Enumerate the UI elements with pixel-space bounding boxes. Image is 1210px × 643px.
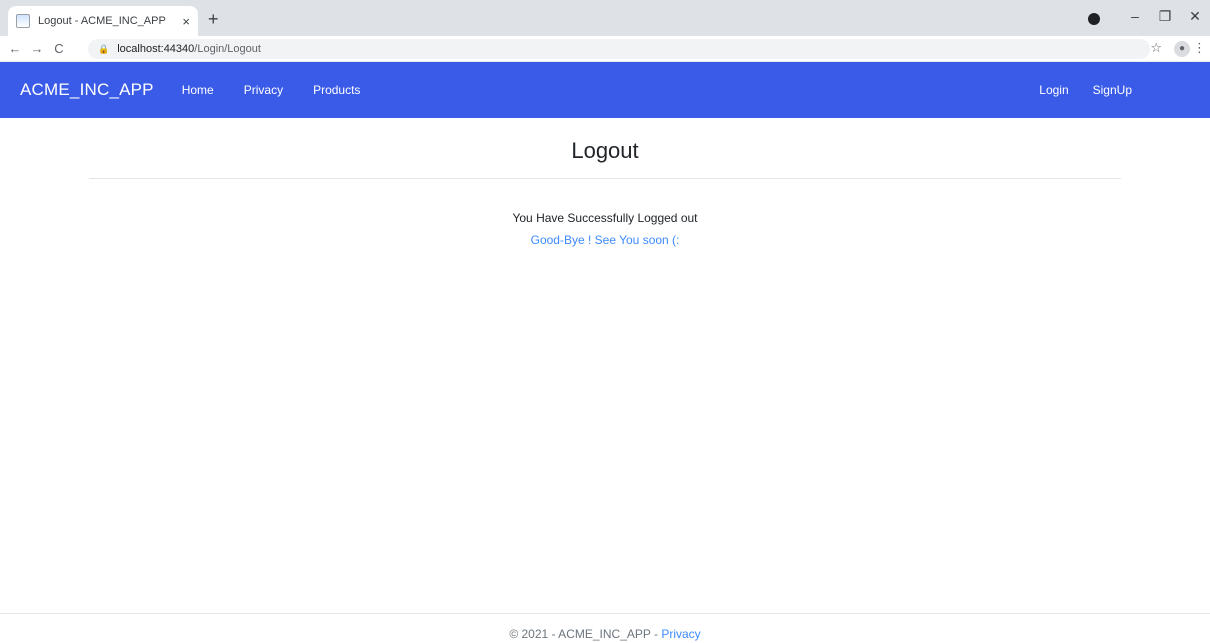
tab-title: Logout - ACME_INC_APP — [38, 15, 166, 27]
farewell-message: Good-Bye ! See You soon (: — [530, 233, 680, 247]
nav-link-privacy[interactable]: Privacy — [244, 83, 283, 97]
page-favicon-icon — [16, 14, 30, 28]
address-bar[interactable]: 🔒 localhost:44340/Login/Logout — [88, 39, 1150, 59]
browser-toolbar: ← → C 🔒 localhost:44340/Login/Logout ☆ ●… — [0, 36, 1210, 62]
extension-icon[interactable] — [1088, 13, 1100, 25]
url-path: /Login/Logout — [194, 43, 261, 55]
main-content: Logout You Have Successfully Logged out … — [89, 118, 1121, 247]
url-text: localhost:44340/Login/Logout — [117, 43, 261, 55]
back-icon[interactable]: ← — [4, 41, 26, 56]
brand-link[interactable]: ACME_INC_APP — [20, 80, 154, 100]
footer-copyright: © 2021 - ACME_INC_APP - — [509, 627, 662, 641]
bookmark-star-icon[interactable]: ☆ — [1150, 40, 1162, 56]
window-controls: – ❐ ✕ — [1120, 8, 1210, 25]
footer-privacy-link[interactable]: Privacy — [661, 627, 700, 641]
logout-message: You Have Successfully Logged out — [512, 211, 698, 225]
close-window-icon[interactable]: ✕ — [1180, 8, 1210, 25]
browser-menu-icon[interactable]: ⋮ — [1193, 40, 1206, 56]
forward-icon[interactable]: → — [26, 41, 48, 56]
minimize-icon[interactable]: – — [1120, 8, 1150, 25]
app-navbar: ACME_INC_APP Home Privacy Products Login… — [0, 62, 1210, 118]
navbar-right: Login SignUp — [1015, 62, 1132, 118]
reload-icon[interactable]: C — [48, 41, 70, 56]
nav-link-home[interactable]: Home — [182, 83, 214, 97]
tab-close-icon[interactable]: × — [182, 14, 190, 29]
url-host: localhost:44340 — [117, 43, 195, 55]
nav-link-login[interactable]: Login — [1039, 83, 1068, 97]
browser-tab[interactable]: Logout - ACME_INC_APP × — [8, 6, 198, 36]
page-footer: © 2021 - ACME_INC_APP - Privacy — [0, 613, 1210, 643]
browser-tabstrip: Logout - ACME_INC_APP × + – ❐ ✕ — [0, 0, 1210, 36]
lock-icon[interactable]: 🔒 — [98, 44, 109, 55]
nav-link-signup[interactable]: SignUp — [1093, 83, 1132, 97]
restore-icon[interactable]: ❐ — [1150, 8, 1180, 25]
nav-link-products[interactable]: Products — [313, 83, 360, 97]
new-tab-icon[interactable]: + — [208, 10, 219, 28]
profile-avatar-icon[interactable]: ● — [1174, 41, 1190, 57]
page-title: Logout — [89, 118, 1121, 179]
